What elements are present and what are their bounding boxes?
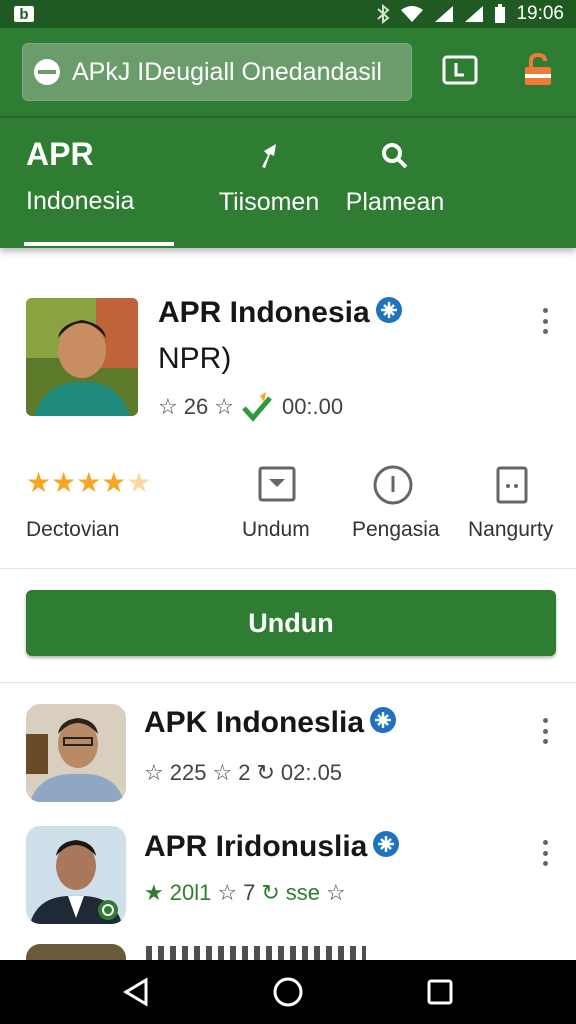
rating-label: Dectovian [26,518,120,541]
app-title: APR Indonesia [158,296,402,331]
notification-badge: b [14,6,34,23]
tab-tiisomen[interactable]: Tiisomen [214,138,324,217]
rating-count: 225 [169,760,207,785]
status-icons: 19:06 [376,3,564,25]
tab-plamean[interactable]: Plamean [340,138,450,217]
tab-indonesia[interactable]: APR Indonesia [26,136,134,216]
stat-label-undum: Undum [242,518,310,541]
list-item[interactable]: APR Iridonuslia ★ 20l1 ☆ 7 ↻ sse ☆ [0,826,576,936]
tab-indicator [24,242,174,246]
recents-icon[interactable] [418,970,462,1014]
overflow-menu-icon[interactable] [533,836,557,870]
star-outline-icon: ☆ [158,394,178,419]
avatar [26,826,126,924]
rating-count: 26 [183,394,209,419]
verified-icon [373,831,400,865]
tab-label: Plamean [345,188,445,216]
overflow-menu-icon[interactable] [533,304,557,338]
divider [0,568,576,569]
star-outline-icon: ☆ [326,880,346,905]
meta-time: 00:.00 [281,394,344,419]
search-text: APkJ IDeugiall Onedandasil [72,57,382,86]
battery-icon [495,4,506,23]
refresh-icon: ↻ [256,760,275,785]
list-item[interactable]: APK Indoneslia ☆ 225 ☆ 2 ↻ 02:.05 [0,704,576,814]
stat-label-pengasia: Pengasia [352,518,440,541]
search-input[interactable]: APkJ IDeugiall Onedandasil [22,43,412,101]
download-icon[interactable] [258,466,296,508]
status-bar: b 19:06 [0,0,576,28]
rating-count: 20l1 [169,880,212,905]
stats-row: ★★★★★ Dectovian Undum Pengasia Nangurty [0,464,576,566]
app-bar: APkJ IDeugiall Onedandasil [0,28,576,116]
second-value: 2 [238,760,251,785]
refresh-icon: ↻ [261,880,280,905]
star-filled-icon: ★ [144,880,164,905]
rating-stars: ★★★★★ [26,467,152,498]
search-icon [340,138,450,174]
app-meta: ★ 20l1 ☆ 7 ↻ sse ☆ [144,880,346,906]
divider [0,682,576,683]
wifi-icon [401,6,424,22]
home-icon[interactable] [266,970,310,1014]
tablet-icon[interactable] [496,466,528,510]
lock-icon[interactable] [518,50,558,90]
app-meta: ☆ 26 ☆ 00:.00 [158,392,343,422]
verified-icon [370,707,397,741]
meta-suffix: sse [285,880,320,905]
avatar [26,298,138,416]
back-icon[interactable] [114,970,158,1014]
bluetooth-icon [377,4,390,24]
tab-bar: APR Indonesia Tiisomen Plamean [0,116,576,248]
app-title: APK Indoneslia [144,706,397,741]
calendar-icon[interactable] [440,50,480,90]
star-outline-icon: ☆ [217,880,238,905]
second-value: 7 [243,880,256,905]
verified-icon [375,297,402,331]
check-icon [242,392,272,422]
star-outline-icon: ☆ [212,760,233,785]
signal-icon [435,6,454,22]
app-meta: ☆ 225 ☆ 2 ↻ 02:.05 [144,760,342,786]
meta-time: 02:.05 [280,760,343,785]
pin-icon [214,138,324,174]
avatar [26,704,126,802]
stat-label-nangurty: Nangurty [468,518,554,541]
info-icon[interactable] [372,464,414,512]
star-outline-icon: ☆ [214,394,234,419]
overflow-menu-icon[interactable] [533,714,557,748]
clock: 19:06 [516,3,564,24]
tab-divider [0,116,576,118]
tab-label: Indonesia [26,187,135,215]
tab-title: APR [26,136,94,172]
signal-2-icon [465,6,484,22]
install-button[interactable]: Undun [26,590,556,656]
tab-label: Tiisomen [218,188,320,216]
navigation-bar [0,960,576,1024]
search-bar-icon [34,59,60,85]
app-subtitle: NPR) [158,342,232,375]
star-outline-icon: ☆ [144,760,164,785]
app-title: APR Iridonuslia [144,830,400,865]
